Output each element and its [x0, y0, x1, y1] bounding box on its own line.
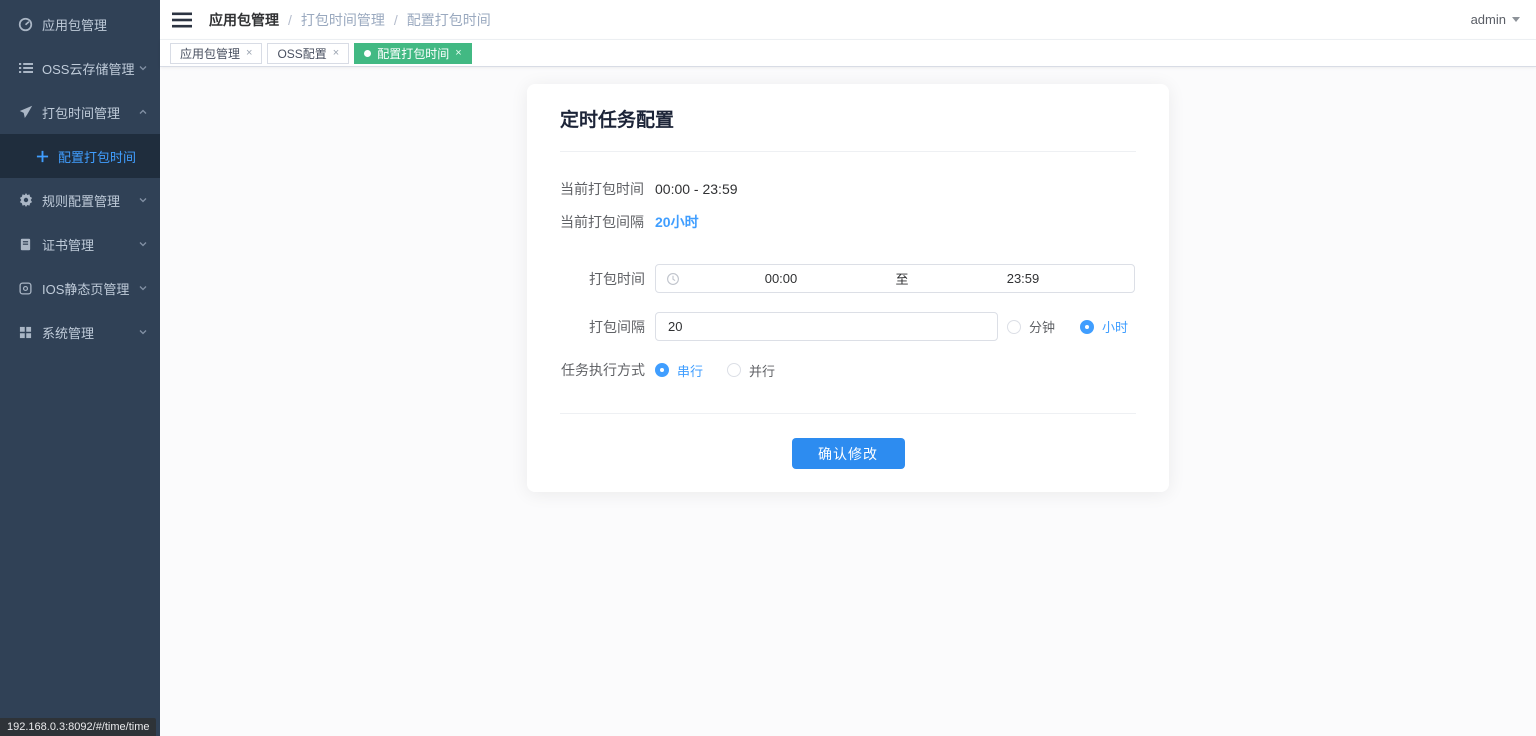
radio-serial-label: 串行 — [677, 363, 704, 379]
sidebar-item-oss-storage[interactable]: OSS云存储管理 — [0, 46, 160, 90]
list-icon — [18, 61, 33, 76]
radio-hours-label: 小时 — [1102, 320, 1129, 335]
sidebar-item-system[interactable]: 系统管理 — [0, 310, 160, 354]
user-menu[interactable]: admin — [1471, 12, 1520, 27]
radio-parallel-label: 并行 — [749, 363, 776, 379]
sidebar-item-label: OSS云存储管理 — [42, 61, 135, 77]
breadcrumb: 应用包管理 / 打包时间管理 / 配置打包时间 — [209, 10, 491, 30]
ios-page-icon — [18, 281, 33, 296]
sidebar-item-label: 系统管理 — [42, 325, 95, 341]
radio-circle-icon — [1007, 319, 1021, 334]
user-name: admin — [1470, 12, 1506, 27]
sidebar-item-ios-static-page[interactable]: IOS静态页管理 — [0, 266, 160, 310]
certificate-icon — [18, 237, 33, 252]
sidebar-subitem-label: 配置打包时间 — [58, 149, 137, 165]
sidebar-item-label: 规则配置管理 — [42, 193, 121, 209]
chevron-down-icon — [138, 239, 148, 249]
radio-serial[interactable]: 串行 — [655, 361, 703, 380]
interval-label: 打包间隔 — [589, 318, 645, 335]
time-range-picker[interactable]: 00:00 至 23:59 — [655, 264, 1135, 293]
tab-active-dot — [364, 49, 372, 57]
exec-mode-radios: 串行 并行 — [655, 361, 775, 380]
content-area: 定时任务配置 当前打包时间 00:00 - 23:59 当前打包间隔 20小时 … — [160, 67, 1536, 736]
sidebar: 应用包管理 OSS云存储管理 打包时间管理 配置打包时间 规则配置管理 证书管理… — [0, 0, 160, 736]
chevron-down-icon — [138, 283, 148, 293]
radio-circle-icon — [1080, 319, 1095, 334]
current-interval-label: 当前打包间隔 — [560, 214, 644, 230]
current-pack-time-row: 当前打包时间 00:00 - 23:59 — [560, 180, 1136, 199]
sidebar-subitem-config-pack-time[interactable]: 配置打包时间 — [0, 134, 160, 178]
sidebar-item-label: 打包时间管理 — [42, 105, 121, 121]
interval-unit-radios: 分钟 小时 — [1007, 317, 1128, 336]
chevron-up-icon — [138, 107, 148, 117]
tab-config-pack-time[interactable]: 配置打包时间 × — [354, 42, 472, 64]
main-area: 应用包管理 / 打包时间管理 / 配置打包时间 admin 应用包管理 × OS… — [160, 0, 1536, 736]
current-interval-value: 20小时 — [655, 214, 699, 230]
hamburger-menu-icon[interactable] — [172, 11, 194, 29]
status-url-tooltip: 192.168.0.3:8092/#/time/time — [0, 718, 157, 736]
close-icon[interactable]: × — [246, 47, 252, 59]
chevron-down-icon — [138, 195, 148, 205]
pack-time-row: 打包时间 00:00 至 23:59 — [560, 264, 1136, 293]
tab-label: 配置打包时间 — [377, 46, 450, 61]
close-icon[interactable]: × — [333, 47, 339, 59]
current-pack-time-value: 00:00 - 23:59 — [655, 181, 738, 197]
exec-mode-row: 任务执行方式 串行 并行 — [560, 360, 1136, 380]
time-range-separator: 至 — [895, 272, 909, 287]
button-row: 确认修改 — [560, 438, 1136, 469]
sidebar-item-app-package[interactable]: 应用包管理 — [0, 2, 160, 46]
sidebar-item-label: IOS静态页管理 — [42, 281, 130, 297]
sidebar-item-label: 证书管理 — [42, 237, 95, 253]
chevron-down-icon — [138, 63, 148, 73]
tabs-bar: 应用包管理 × OSS配置 × 配置打包时间 × — [160, 40, 1536, 67]
radio-minutes[interactable]: 分钟 — [1007, 317, 1055, 336]
confirm-button[interactable]: 确认修改 — [791, 438, 905, 469]
radio-circle-icon — [655, 363, 669, 377]
breadcrumb-item[interactable]: 应用包管理 — [209, 10, 279, 30]
breadcrumb-item: 配置打包时间 — [406, 11, 491, 28]
breadcrumb-separator: / — [393, 11, 398, 28]
tab-label: OSS配置 — [277, 46, 327, 61]
radio-minutes-label: 分钟 — [1029, 320, 1056, 335]
title-divider — [560, 151, 1136, 152]
sidebar-item-certificates[interactable]: 证书管理 — [0, 222, 160, 266]
radio-circle-icon — [727, 363, 742, 377]
grid-icon — [18, 325, 33, 340]
sidebar-item-label: 应用包管理 — [42, 17, 108, 33]
radio-hours[interactable]: 小时 — [1080, 317, 1128, 336]
footer-divider — [560, 413, 1136, 414]
interval-input[interactable] — [655, 312, 998, 341]
current-interval-row: 当前打包间隔 20小时 — [560, 213, 1136, 232]
interval-row: 打包间隔 分钟 小时 — [560, 312, 1136, 341]
page-title: 定时任务配置 — [560, 110, 675, 131]
current-pack-time-label: 当前打包时间 — [560, 181, 644, 197]
gear-icon — [18, 193, 33, 208]
tab-app-package[interactable]: 应用包管理 × — [170, 42, 263, 64]
tab-oss-config[interactable]: OSS配置 × — [267, 42, 350, 64]
breadcrumb-item[interactable]: 打包时间管理 — [301, 10, 385, 30]
scheduled-task-card: 定时任务配置 当前打包时间 00:00 - 23:59 当前打包间隔 20小时 … — [527, 84, 1169, 492]
chevron-down-icon — [138, 327, 148, 337]
time-end-value[interactable]: 23:59 — [922, 271, 1124, 286]
top-header: 应用包管理 / 打包时间管理 / 配置打包时间 admin — [160, 0, 1536, 40]
task-form: 打包时间 00:00 至 23:59 打包间隔 20 分钟 小时 任务执行方式 … — [560, 264, 1136, 380]
radio-parallel[interactable]: 并行 — [727, 361, 775, 380]
clock-icon — [666, 272, 680, 286]
caret-down-icon — [1512, 17, 1520, 22]
tab-label: 应用包管理 — [180, 46, 241, 61]
exec-mode-label: 任务执行方式 — [561, 362, 645, 378]
sidebar-item-rule-config[interactable]: 规则配置管理 — [0, 178, 160, 222]
plus-icon — [36, 150, 49, 163]
pack-time-label: 打包时间 — [589, 270, 645, 287]
time-start-value[interactable]: 00:00 — [680, 271, 882, 286]
send-icon — [18, 105, 33, 120]
sidebar-item-pack-time[interactable]: 打包时间管理 — [0, 90, 160, 134]
breadcrumb-separator: / — [288, 11, 292, 28]
close-icon[interactable]: × — [455, 47, 461, 59]
dashboard-icon — [18, 17, 33, 32]
